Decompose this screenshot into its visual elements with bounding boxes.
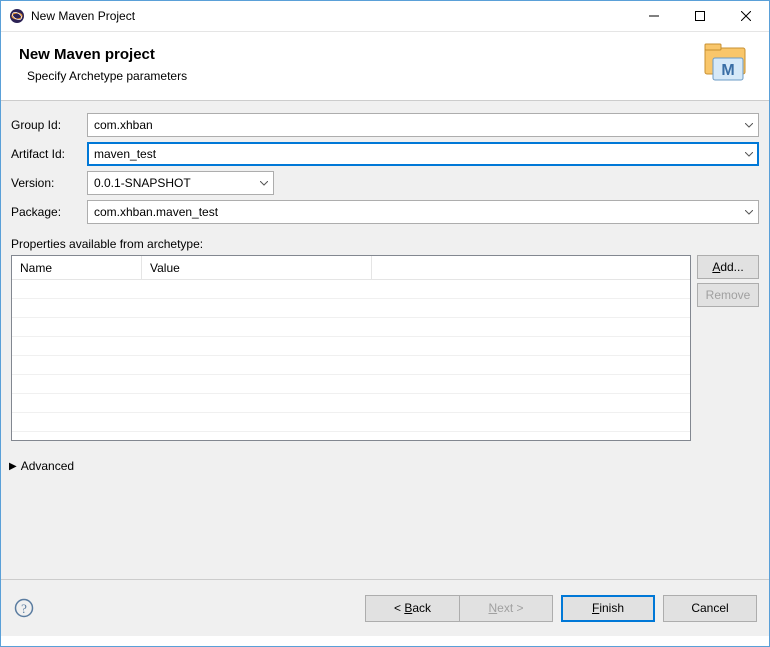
- properties-header: Name Value: [12, 256, 690, 280]
- back-button[interactable]: < Back: [365, 595, 459, 622]
- artifact-id-row: Artifact Id:: [11, 142, 759, 166]
- svg-text:?: ?: [21, 601, 27, 616]
- artifact-id-field[interactable]: [87, 142, 759, 166]
- window-title: New Maven Project: [31, 9, 631, 23]
- package-field[interactable]: [87, 200, 759, 224]
- properties-label: Properties available from archetype:: [11, 237, 759, 251]
- maximize-button[interactable]: [677, 1, 723, 31]
- page-subtitle: Specify Archetype parameters: [19, 69, 699, 83]
- column-name[interactable]: Name: [12, 256, 142, 279]
- table-row[interactable]: [12, 318, 690, 337]
- table-row[interactable]: [12, 280, 690, 299]
- properties-buttons: Add... Remove: [697, 255, 759, 441]
- add-button[interactable]: Add...: [697, 255, 759, 279]
- group-id-label: Group Id:: [11, 118, 87, 132]
- chevron-down-icon[interactable]: [255, 172, 273, 194]
- properties-rows: [12, 280, 690, 432]
- svg-text:M: M: [721, 62, 734, 79]
- table-row[interactable]: [12, 337, 690, 356]
- close-button[interactable]: [723, 1, 769, 31]
- artifact-id-input[interactable]: [88, 143, 740, 165]
- wizard-footer: ? < Back Next > Finish Cancel: [1, 579, 769, 636]
- minimize-button[interactable]: [631, 1, 677, 31]
- chevron-down-icon[interactable]: [740, 114, 758, 136]
- chevron-right-icon: ▶: [9, 461, 17, 472]
- version-label: Version:: [11, 176, 87, 190]
- group-id-row: Group Id:: [11, 113, 759, 137]
- advanced-label: Advanced: [21, 459, 74, 473]
- column-spacer: [372, 256, 690, 279]
- artifact-id-label: Artifact Id:: [11, 147, 87, 161]
- eclipse-icon: [9, 8, 25, 24]
- properties-table[interactable]: Name Value: [11, 255, 691, 441]
- package-label: Package:: [11, 205, 87, 219]
- window-controls: [631, 1, 769, 31]
- chevron-down-icon[interactable]: [740, 201, 758, 223]
- main-form: Group Id: Artifact Id: Version: Package:: [1, 101, 769, 579]
- page-title: New Maven project: [19, 46, 699, 63]
- version-field[interactable]: [87, 171, 274, 195]
- finish-button[interactable]: Finish: [561, 595, 655, 622]
- table-row[interactable]: [12, 356, 690, 375]
- group-id-field[interactable]: [87, 113, 759, 137]
- wizard-header: New Maven project Specify Archetype para…: [1, 32, 769, 101]
- titlebar: New Maven Project: [1, 1, 769, 32]
- table-row[interactable]: [12, 394, 690, 413]
- next-button: Next >: [459, 595, 553, 622]
- help-icon[interactable]: ?: [13, 597, 35, 619]
- package-row: Package:: [11, 200, 759, 224]
- table-row[interactable]: [12, 375, 690, 394]
- column-value[interactable]: Value: [142, 256, 372, 279]
- version-input[interactable]: [88, 172, 255, 194]
- cancel-button[interactable]: Cancel: [663, 595, 757, 622]
- advanced-toggle[interactable]: ▶ Advanced: [9, 459, 759, 473]
- package-input[interactable]: [88, 201, 740, 223]
- version-row: Version:: [11, 171, 759, 195]
- chevron-down-icon[interactable]: [740, 143, 758, 165]
- table-row[interactable]: [12, 413, 690, 432]
- maven-wizard-icon: M: [699, 42, 751, 84]
- table-row[interactable]: [12, 299, 690, 318]
- remove-button: Remove: [697, 283, 759, 307]
- group-id-input[interactable]: [88, 114, 740, 136]
- properties-area: Name Value Add... Remove: [11, 255, 759, 441]
